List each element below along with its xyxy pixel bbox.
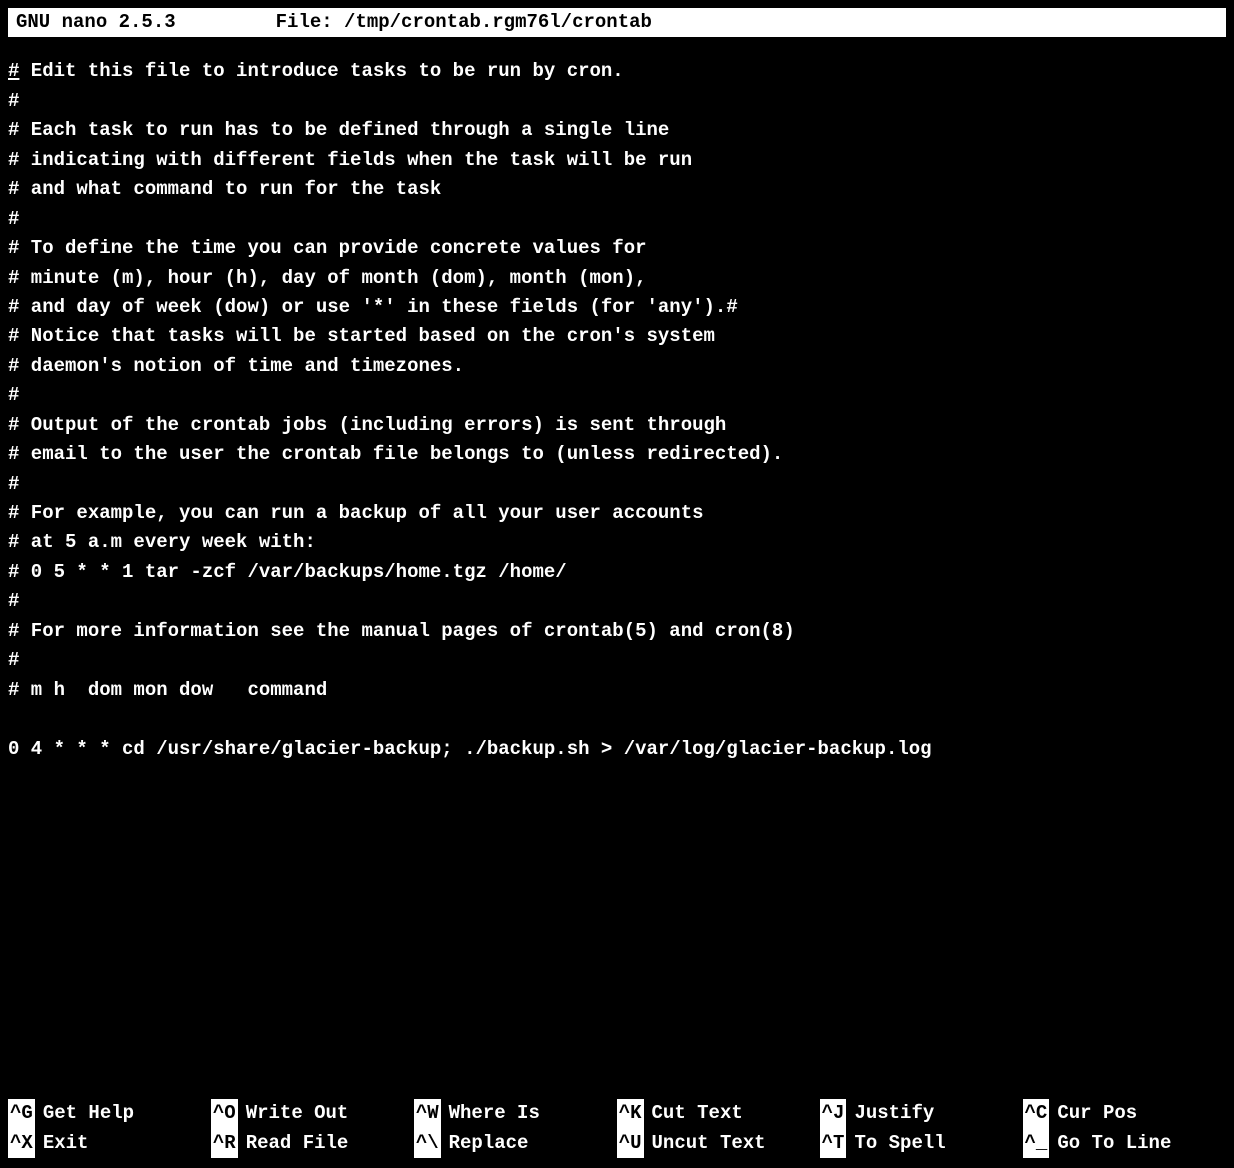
shortcut-key: ^J: [820, 1099, 847, 1128]
editor-line: # Output of the crontab jobs (including …: [8, 411, 1226, 440]
shortcut-key: ^X: [8, 1129, 35, 1158]
editor-line: [8, 705, 1226, 734]
shortcut-item[interactable]: ^\ Replace: [414, 1129, 617, 1158]
editor-content[interactable]: # Edit this file to introduce tasks to b…: [0, 37, 1234, 764]
shortcut-key: ^_: [1023, 1129, 1050, 1158]
shortcut-key: ^K: [617, 1099, 644, 1128]
shortcut-key: ^G: [8, 1099, 35, 1128]
editor-line: #: [8, 587, 1226, 616]
shortcut-label: Replace: [449, 1129, 529, 1158]
editor-line: # minute (m), hour (h), day of month (do…: [8, 264, 1226, 293]
editor-line: #: [8, 87, 1226, 116]
editor-line: # For example, you can run a backup of a…: [8, 499, 1226, 528]
file-path: File: /tmp/crontab.rgm76l/crontab: [216, 8, 1218, 37]
editor-line: #: [8, 205, 1226, 234]
shortcut-item[interactable]: ^CCur Pos: [1023, 1099, 1226, 1128]
shortcut-item[interactable]: ^X Exit: [8, 1129, 211, 1158]
shortcut-label: Where Is: [449, 1099, 540, 1128]
editor-line: # daemon's notion of time and timezones.: [8, 352, 1226, 381]
shortcut-label: Exit: [43, 1129, 89, 1158]
editor-line: # m h dom mon dow command: [8, 676, 1226, 705]
shortcut-label: Read File: [246, 1129, 349, 1158]
shortcut-key: ^C: [1023, 1099, 1050, 1128]
editor-line: #: [8, 470, 1226, 499]
editor-line: # email to the user the crontab file bel…: [8, 440, 1226, 469]
shortcut-label: Cut Text: [652, 1099, 743, 1128]
shortcut-item[interactable]: ^JJustify: [820, 1099, 1023, 1128]
editor-line: # at 5 a.m every week with:: [8, 528, 1226, 557]
editor-line: # To define the time you can provide con…: [8, 234, 1226, 263]
editor-line: # For more information see the manual pa…: [8, 617, 1226, 646]
shortcut-key: ^R: [211, 1129, 238, 1158]
shortcut-label: Cur Pos: [1057, 1099, 1137, 1128]
shortcut-item[interactable]: ^K Cut Text: [617, 1099, 820, 1128]
shortcut-label: Get Help: [43, 1099, 134, 1128]
title-bar: GNU nano 2.5.3 File: /tmp/crontab.rgm76l…: [8, 8, 1226, 37]
shortcut-label: Justify: [854, 1099, 934, 1128]
shortcut-item[interactable]: ^O Write Out: [211, 1099, 414, 1128]
editor-line: #: [8, 646, 1226, 675]
shortcut-key: ^T: [820, 1129, 847, 1158]
editor-line: # Each task to run has to be defined thr…: [8, 116, 1226, 145]
editor-line: 0 4 * * * cd /usr/share/glacier-backup; …: [8, 735, 1226, 764]
shortcut-item[interactable]: ^_Go To Line: [1023, 1129, 1226, 1158]
editor-line: # 0 5 * * 1 tar -zcf /var/backups/home.t…: [8, 558, 1226, 587]
shortcut-label: Go To Line: [1057, 1129, 1171, 1158]
shortcut-item[interactable]: ^W Where Is: [414, 1099, 617, 1128]
shortcut-item[interactable]: ^TTo Spell: [820, 1129, 1023, 1158]
cursor: #: [8, 60, 19, 82]
shortcut-label: To Spell: [854, 1129, 945, 1158]
shortcut-item[interactable]: ^R Read File: [211, 1129, 414, 1158]
editor-line: # indicating with different fields when …: [8, 146, 1226, 175]
shortcut-row: ^X Exit ^R Read File ^\ Replace ^U Uncut Text ^T…: [8, 1129, 1226, 1158]
shortcut-bar: ^G Get Help ^O Write Out ^W Where Is ^K Cut Tex…: [8, 1099, 1226, 1158]
shortcut-key: ^O: [211, 1099, 238, 1128]
shortcut-row: ^G Get Help ^O Write Out ^W Where Is ^K Cut Tex…: [8, 1099, 1226, 1128]
app-name: GNU nano 2.5.3: [16, 8, 216, 37]
editor-line: # Edit this file to introduce tasks to b…: [8, 57, 1226, 86]
editor-line: # and day of week (dow) or use '*' in th…: [8, 293, 1226, 322]
shortcut-item[interactable]: ^G Get Help: [8, 1099, 211, 1128]
shortcut-key: ^\: [414, 1129, 441, 1158]
shortcut-label: Uncut Text: [652, 1129, 766, 1158]
editor-line: # and what command to run for the task: [8, 175, 1226, 204]
shortcut-label: Write Out: [246, 1099, 349, 1128]
shortcut-item[interactable]: ^U Uncut Text: [617, 1129, 820, 1158]
shortcut-key: ^W: [414, 1099, 441, 1128]
editor-line: #: [8, 381, 1226, 410]
editor-line: # Notice that tasks will be started base…: [8, 322, 1226, 351]
shortcut-key: ^U: [617, 1129, 644, 1158]
